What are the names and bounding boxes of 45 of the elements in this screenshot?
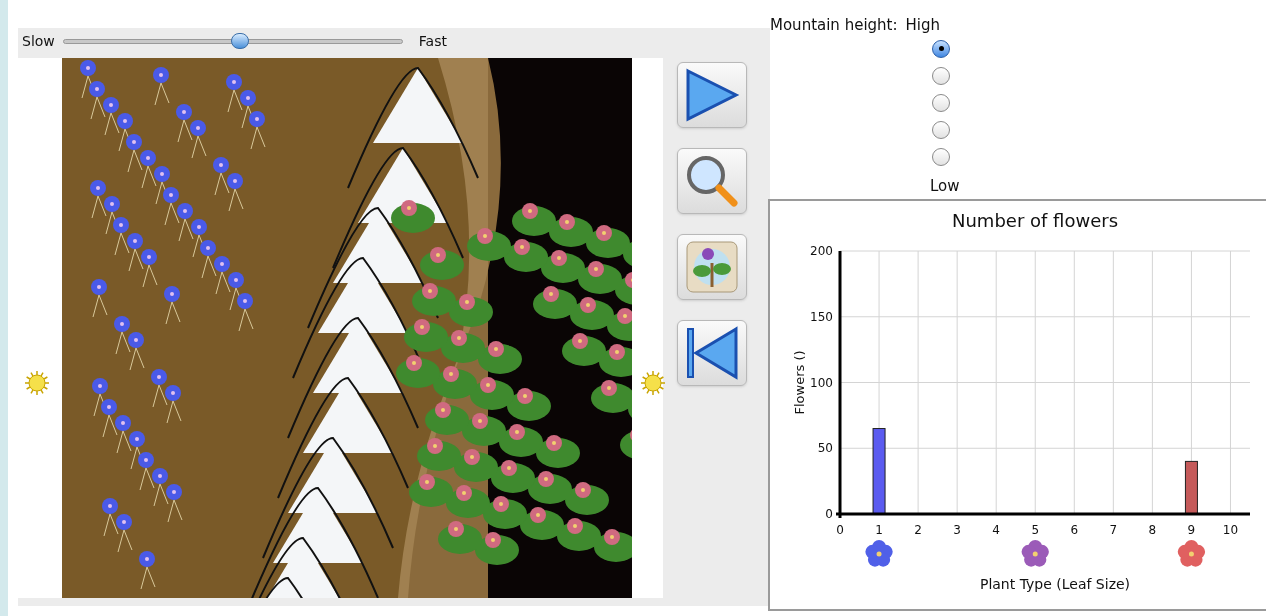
flower-icon	[1021, 540, 1049, 567]
y-axis-label: Flowers ()	[792, 350, 807, 415]
x-tick-label: 7	[1109, 523, 1118, 537]
rewind-icon	[684, 325, 740, 381]
zoom-button[interactable]	[677, 148, 747, 214]
field-guide-button[interactable]	[677, 234, 747, 300]
x-tick-label: 9	[1187, 523, 1196, 537]
y-tick-label: 200	[810, 244, 833, 258]
bar	[1184, 460, 1198, 515]
x-tick-label: 6	[1070, 523, 1079, 537]
play-button[interactable]	[677, 62, 747, 128]
play-icon	[684, 67, 740, 123]
fast-label: Fast	[418, 31, 447, 51]
speed-slider[interactable]	[62, 33, 403, 49]
mountain-height-label: Mountain height:	[770, 15, 898, 36]
magnifier-icon	[684, 153, 740, 209]
sun-icon	[640, 370, 666, 396]
x-tick-label: 2	[914, 523, 922, 537]
x-tick-label: 3	[953, 523, 961, 537]
x-tick-label: 1	[875, 523, 883, 537]
x-tick-label: 4	[992, 523, 1000, 537]
radio-button[interactable]	[932, 93, 950, 112]
y-tick-label: 50	[817, 441, 833, 456]
x-tick-label: 10	[1222, 523, 1239, 537]
x-tick-label: 5	[1031, 523, 1040, 537]
sun-icon	[24, 370, 50, 396]
flower-icon	[865, 540, 893, 567]
radio-button[interactable]	[932, 120, 950, 139]
chart-title: Number of flowers	[952, 210, 1118, 231]
x-axis-label: Plant Type (Leaf Size)	[979, 576, 1131, 592]
flower-icon	[1177, 540, 1206, 567]
x-tick-label: 0	[836, 523, 844, 537]
x-tick-label: 8	[1148, 523, 1157, 537]
radio-button[interactable]	[932, 66, 950, 85]
y-tick-label: 150	[810, 309, 833, 324]
plant-card-icon	[684, 239, 740, 295]
high-label: High	[905, 15, 940, 36]
rewind-button[interactable]	[677, 320, 747, 386]
y-tick-label: 100	[810, 375, 833, 390]
radio-button[interactable]	[932, 39, 950, 58]
y-tick-label: 0	[825, 507, 833, 521]
low-label: Low	[930, 175, 960, 197]
slider-thumb[interactable]	[230, 33, 249, 49]
radio-button[interactable]	[932, 147, 950, 166]
slow-label: Slow	[22, 31, 55, 51]
